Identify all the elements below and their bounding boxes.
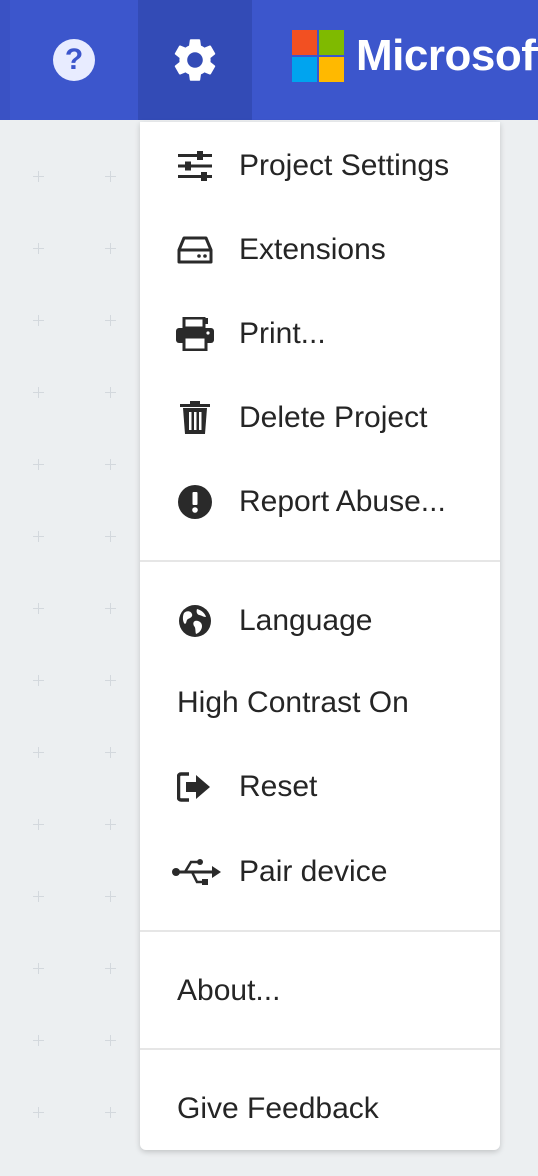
grid-plus-mark [33,603,44,614]
menu-item-language[interactable]: Language [140,579,500,663]
grid-plus-mark [105,459,116,470]
help-glyph: ? [64,43,84,76]
top-bar: ? Microsoft [0,0,538,120]
grid-plus-mark [105,387,116,398]
help-button[interactable]: ? [10,0,138,120]
grid-plus-mark [105,531,116,542]
globe-icon [176,602,214,640]
grid-plus-mark [33,1107,44,1118]
menu-item-label: Extensions [239,233,386,266]
microsoft-logo[interactable]: Microsoft [292,30,538,82]
grid-plus-mark [33,675,44,686]
grid-plus-mark [33,1035,44,1046]
menu-item-label: High Contrast On [177,686,409,719]
help-circle-icon: ? [53,39,95,81]
menu-item-extensions[interactable]: Extensions [140,208,500,292]
menu-item-print[interactable]: Print... [140,292,500,376]
menu-item-report-abuse[interactable]: Report Abuse... [140,460,500,544]
menu-item-label: Report Abuse... [239,485,446,518]
menu-item-reset[interactable]: Reset [140,745,500,829]
menu-divider [140,930,500,932]
trash-icon [176,399,214,437]
grid-plus-mark [105,963,116,974]
grid-plus-mark [105,819,116,830]
menu-item-pair-device[interactable]: Pair device [140,830,500,914]
exclamation-circle-icon [176,483,214,521]
ms-square-yellow [319,57,344,82]
ms-square-red [292,30,317,55]
grid-plus-mark [105,675,116,686]
ms-square-blue [292,57,317,82]
grid-plus-mark [105,171,116,182]
menu-divider [140,1048,500,1050]
grid-plus-mark [33,963,44,974]
brand-name: Microsoft [356,31,538,80]
grid-plus-mark [33,387,44,398]
menu-item-give-feedback[interactable]: Give Feedback [140,1067,500,1150]
menu-item-label: Pair device [239,855,388,888]
ms-square-green [319,30,344,55]
grid-plus-mark [33,315,44,326]
menu-divider [140,560,500,562]
usb-icon [172,853,222,891]
grid-plus-mark [105,243,116,254]
grid-plus-mark [33,243,44,254]
menu-item-label: Project Settings [239,149,450,182]
grid-plus-mark [105,891,116,902]
menu-item-project-settings[interactable]: Project Settings [140,124,500,208]
menu-item-high-contrast[interactable]: High Contrast On [140,661,500,745]
menu-item-label: Print... [239,317,326,350]
grid-plus-mark [33,531,44,542]
grid-plus-mark [33,891,44,902]
menu-item-about[interactable]: About... [140,949,500,1033]
grid-plus-mark [105,603,116,614]
menu-item-delete-project[interactable]: Delete Project [140,376,500,460]
drive-icon [176,231,214,269]
microsoft-squares-icon [292,30,344,82]
grid-plus-mark [105,1035,116,1046]
grid-plus-mark [105,747,116,758]
print-icon [176,315,214,353]
sign-out-icon [176,768,214,806]
menu-item-label: About... [177,974,281,1007]
grid-plus-mark [33,459,44,470]
grid-plus-mark [33,819,44,830]
grid-plus-mark [33,747,44,758]
menu-item-label: Language [239,604,373,637]
top-bar-edge [0,0,10,120]
grid-plus-mark [105,1107,116,1118]
menu-item-label: Delete Project [239,401,428,434]
menu-item-label: Give Feedback [177,1092,379,1125]
sliders-icon [176,147,214,185]
settings-menu: Project Settings Extensions Print... Del… [140,122,500,1150]
grid-plus-mark [33,171,44,182]
settings-button[interactable] [138,0,252,120]
grid-plus-mark [105,315,116,326]
gear-icon [174,39,216,81]
menu-item-label: Reset [239,770,318,803]
